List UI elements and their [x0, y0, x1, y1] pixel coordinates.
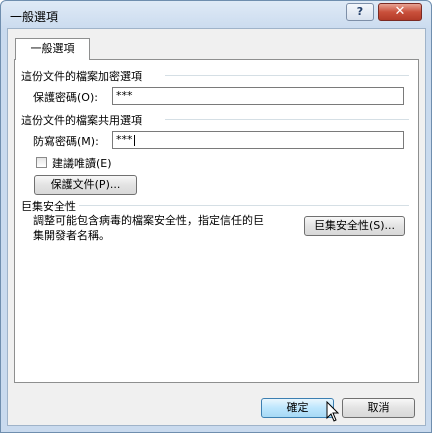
close-button[interactable]: ✕	[378, 3, 422, 21]
macro-security-label: 巨集安全性(S)...	[313, 219, 396, 232]
macro-description-line1: 調整可能包含病毒的檔案安全性，指定信任的巨	[33, 214, 264, 227]
encryption-separator	[165, 75, 409, 76]
dialog-window: 一般選項 ? ✕ 一般選項 這份文件的檔案加密選項 保護密碼(O): *** 這…	[0, 0, 432, 433]
open-password-label: 保護密碼(O):	[33, 91, 98, 104]
close-icon: ✕	[394, 4, 406, 19]
tab-general-options[interactable]: 一般選項	[15, 38, 90, 60]
modify-password-label: 防寫密碼(M):	[33, 135, 99, 148]
macro-description-line2: 集開發者名稱。	[33, 229, 110, 242]
mouse-pointer-icon	[326, 401, 340, 422]
cancel-label: 取消	[367, 401, 390, 414]
macro-description: 調整可能包含病毒的檔案安全性，指定信任的巨 集開發者名稱。	[33, 213, 308, 243]
read-only-checkbox[interactable]	[36, 157, 47, 168]
modify-password-value: ***	[116, 133, 133, 146]
window-title: 一般選項	[10, 10, 59, 24]
help-icon: ?	[356, 5, 364, 18]
title-bar[interactable]: 一般選項 ? ✕	[1, 1, 431, 29]
open-password-input[interactable]: ***	[112, 87, 404, 105]
macro-security-button[interactable]: 巨集安全性(S)...	[304, 216, 405, 236]
protect-document-label: 保護文件(P)...	[50, 178, 121, 191]
protect-document-button[interactable]: 保護文件(P)...	[34, 175, 137, 195]
ok-button[interactable]: 確定	[261, 398, 334, 418]
read-only-label[interactable]: 建議唯讀(E)	[52, 155, 112, 171]
tab-label: 一般選項	[30, 42, 75, 55]
modify-password-input[interactable]: ***	[112, 131, 404, 149]
ok-label: 確定	[286, 401, 309, 414]
sharing-separator	[165, 119, 409, 120]
dialog-client-area: 一般選項 這份文件的檔案加密選項 保護密碼(O): *** 這份文件的檔案共用選…	[7, 28, 426, 426]
text-caret	[133, 134, 135, 146]
help-button[interactable]: ?	[346, 3, 374, 21]
open-password-value: ***	[116, 89, 133, 102]
tab-panel: 這份文件的檔案加密選項 保護密碼(O): *** 這份文件的檔案共用選項 防寫密…	[14, 59, 419, 383]
encryption-heading: 這份文件的檔案加密選項	[21, 70, 142, 83]
cancel-button[interactable]: 取消	[342, 398, 415, 418]
macro-heading: 巨集安全性	[21, 200, 76, 213]
macro-separator	[79, 205, 409, 206]
sharing-heading: 這份文件的檔案共用選項	[21, 114, 142, 127]
